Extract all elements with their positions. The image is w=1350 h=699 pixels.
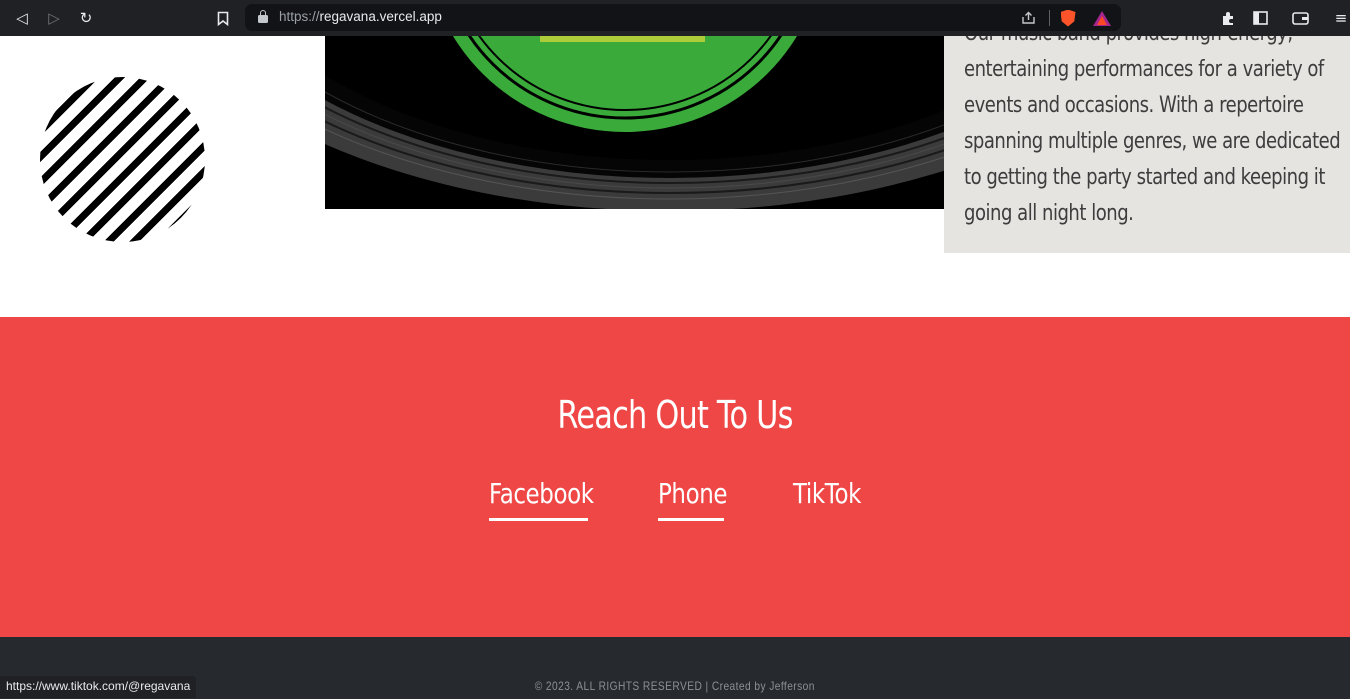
url-scheme: https:// [279,9,320,24]
contact-title-text: Reach Out To Us [557,393,793,437]
menu-icon[interactable]: ≡ [1330,7,1350,29]
reload-icon[interactable]: ↻ [75,7,97,29]
extensions-icon[interactable] [1217,7,1239,29]
browser-toolbar: ◁ ▷ ↻ https://regavana.vercel.app ≡ [0,0,1350,36]
page-footer: © 2023. ALL RIGHTS RESERVED | Created by… [0,637,1350,699]
brave-shields-icon[interactable] [1058,8,1078,28]
share-icon[interactable] [1019,8,1039,28]
footer-copyright: © 2023. ALL RIGHTS RESERVED | Created by… [0,679,1350,693]
url-host: regavana.vercel.app [319,9,442,24]
footer-copyright-text: © 2023. ALL RIGHTS RESERVED | Created by… [534,679,816,693]
phone-link-label: Phone [658,477,728,510]
contact-title: Reach Out To Us [0,393,1350,437]
brave-rewards-icon[interactable] [1092,8,1112,28]
vinyl-record-image [325,36,944,209]
wallet-icon[interactable] [1289,7,1311,29]
facebook-link-underline [489,518,588,521]
lock-icon[interactable] [258,10,268,23]
facebook-link[interactable]: Facebook [489,477,617,521]
omnibox-divider [1049,10,1050,26]
phone-link[interactable]: Phone [658,477,742,521]
facebook-link-label: Facebook [489,477,594,510]
address-bar[interactable]: https://regavana.vercel.app [245,4,1121,31]
tiktok-link-label: TikTok [793,477,862,510]
tiktok-link[interactable]: TikTok [793,477,876,510]
phone-link-underline [658,518,724,521]
back-icon[interactable]: ◁ [11,7,33,29]
web-page: Our music band provides high-energy, ent… [0,36,1350,699]
link-status-bubble: https://www.tiktok.com/@regavana [0,676,197,698]
contact-links: Facebook Phone TikTok [0,477,1350,527]
about-panel: Our music band provides high-energy, ent… [944,36,1350,253]
contact-section: Reach Out To Us Facebook Phone TikTok [0,317,1350,637]
bookmark-icon[interactable] [212,7,234,29]
striped-circle-graphic [40,77,205,242]
sidebar-icon[interactable] [1249,7,1271,29]
url-text: https://regavana.vercel.app [279,9,442,24]
about-description: Our music band provides high-energy, ent… [964,36,1341,226]
forward-icon[interactable]: ▷ [43,7,65,29]
